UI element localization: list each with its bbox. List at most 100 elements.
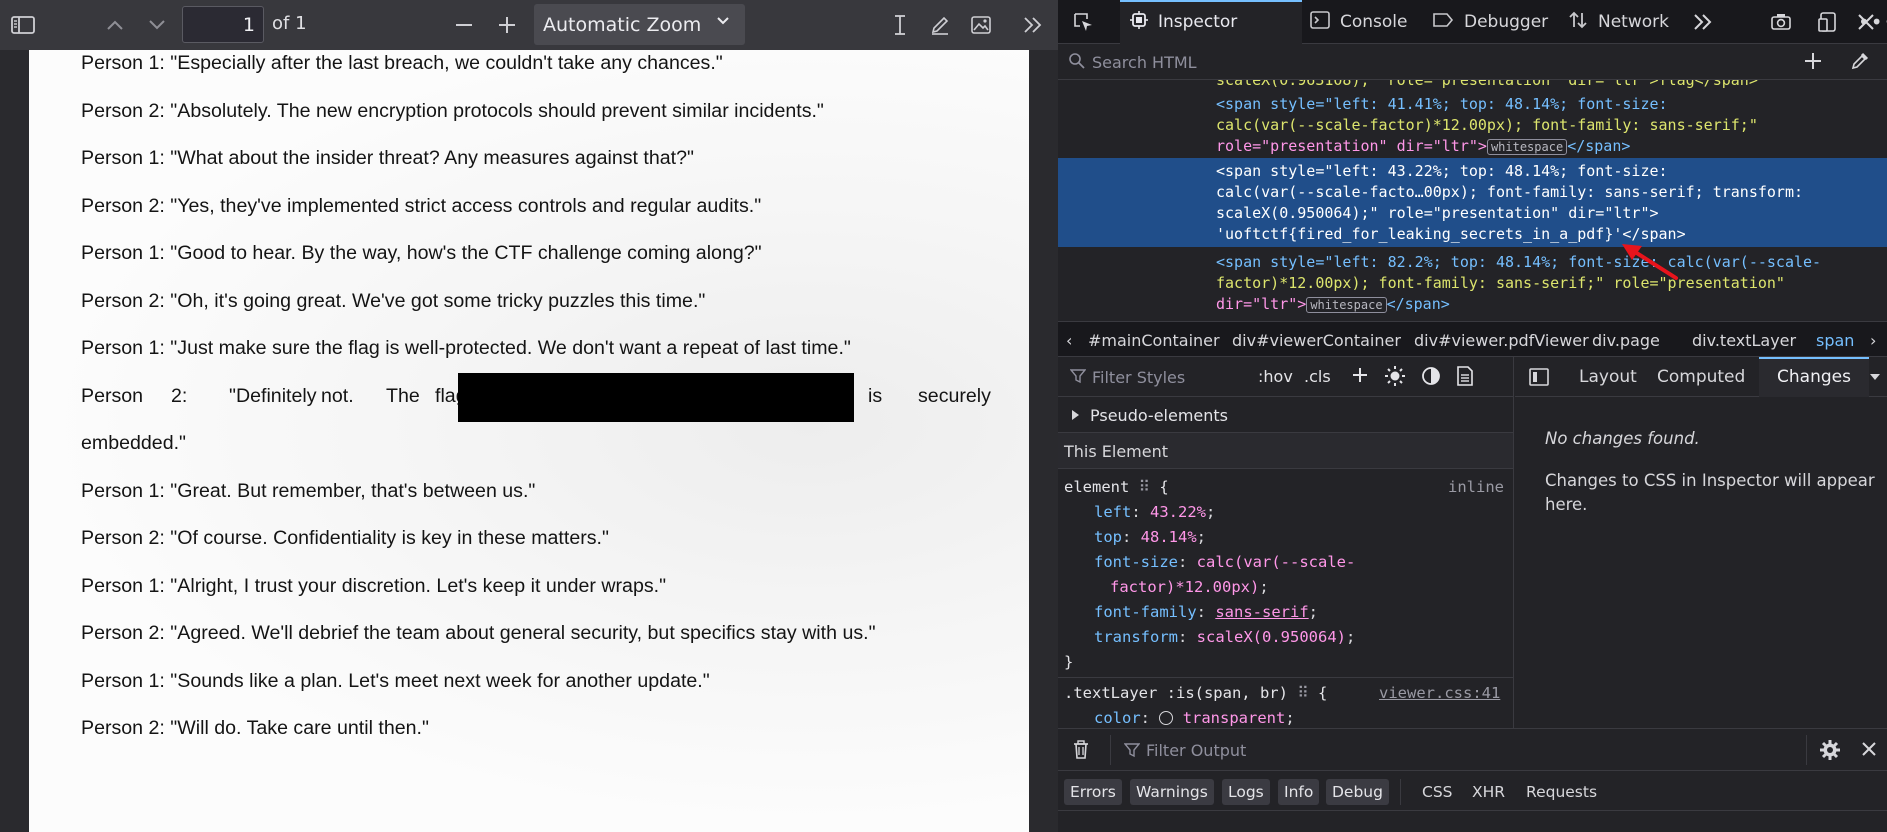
markup-line[interactable]: 'uoftctf{fired_for_leaking_secrets_in_a_… <box>1216 224 1686 245</box>
filter-xhr[interactable]: XHR <box>1472 783 1505 801</box>
breadcrumb-item[interactable]: div.textLayer <box>1692 331 1796 350</box>
breadcrumb-scroll-right-icon[interactable]: › <box>1870 331 1876 350</box>
tab-debugger[interactable]: Debugger <box>1432 0 1548 44</box>
responsive-design-icon[interactable] <box>1818 0 1838 44</box>
previous-page-icon[interactable] <box>100 8 130 42</box>
filter-info[interactable]: Info <box>1278 779 1320 805</box>
transcript-word: Person <box>81 385 144 407</box>
rule-close-brace: } <box>1064 653 1074 671</box>
trash-icon[interactable] <box>1072 740 1090 764</box>
pdf-toolbar: of 1 Automatic Zoom <box>0 0 1058 50</box>
markup-line[interactable]: <span style="left: 43.22%; top: 48.14%; … <box>1216 161 1668 182</box>
markup-line[interactable]: calc(var(--scale-factor)*12.00px); font-… <box>1216 115 1758 136</box>
tab-layout[interactable]: Layout <box>1579 357 1637 397</box>
devtools-tabbar: Inspector Console Debugger Network •• <box>1058 0 1887 44</box>
markup-line[interactable]: scaleX(0.963108);" role="presentation" d… <box>1216 80 1758 91</box>
css-value: factor)*12.00px) <box>1110 578 1260 596</box>
markup-line[interactable]: <span style="left: 82.2%; top: 48.14%; f… <box>1216 252 1821 273</box>
markup-line[interactable]: factor)*12.00px); font-family: sans-seri… <box>1216 273 1785 294</box>
markup-text: <span style="left: 41.41%; top: 48.14%; … <box>1216 95 1668 113</box>
markup-line[interactable]: dir="ltr"> whitespace </span> <box>1216 294 1450 315</box>
css-declaration[interactable]: top: 48.14%; <box>1094 528 1206 546</box>
print-media-icon[interactable] <box>1456 365 1474 391</box>
grid-icon: ⠿ <box>1297 684 1309 702</box>
close-icon[interactable] <box>1860 740 1878 762</box>
filter-logs[interactable]: Logs <box>1222 779 1270 805</box>
breadcrumb-scroll-left-icon[interactable]: ‹ <box>1066 331 1072 350</box>
css-value: calc(var(--scale- <box>1196 553 1356 571</box>
class-toggle[interactable]: .cls <box>1304 367 1331 386</box>
transcript-word: not. <box>321 385 354 407</box>
pseudo-elements-toggle[interactable]: Pseudo-elements <box>1058 397 1513 433</box>
whitespace-badge: whitespace <box>1306 297 1387 313</box>
draw-icon[interactable] <box>925 8 955 42</box>
zoom-in-icon[interactable] <box>492 8 522 42</box>
css-property: font-size <box>1094 553 1178 571</box>
color-swatch[interactable] <box>1159 711 1174 725</box>
css-declaration[interactable]: left: 43.22%; <box>1094 503 1215 521</box>
markup-line[interactable]: role="presentation" dir="ltr"> whitespace… <box>1216 136 1630 157</box>
tab-inspector[interactable]: Inspector <box>1120 0 1302 44</box>
breadcrumb-item-current[interactable]: span <box>1816 331 1854 350</box>
search-html-input[interactable]: Search HTML <box>1092 53 1197 72</box>
add-image-icon[interactable] <box>966 8 996 42</box>
toolbar-divider <box>1110 735 1111 765</box>
red-arrow-icon <box>1620 242 1682 288</box>
element-picker-icon[interactable] <box>1072 0 1106 44</box>
breadcrumb-item[interactable]: div#viewer.pdfViewer <box>1414 331 1589 350</box>
gear-icon[interactable] <box>1818 738 1842 766</box>
debugger-icon <box>1432 11 1454 34</box>
more-tools-icon[interactable] <box>1018 8 1048 42</box>
stylesheet-link[interactable]: viewer.css:41 <box>1379 684 1500 702</box>
light-theme-icon[interactable] <box>1384 365 1406 391</box>
filter-debug[interactable]: Debug <box>1326 779 1389 805</box>
zoom-out-icon[interactable] <box>449 8 479 42</box>
breadcrumb-item[interactable]: div.page <box>1592 331 1660 350</box>
close-devtools-icon[interactable] <box>1856 12 1876 36</box>
more-tabs-icon[interactable] <box>1692 0 1714 44</box>
toggle-pane-icon[interactable] <box>1529 357 1549 397</box>
filter-warnings[interactable]: Warnings <box>1130 779 1214 805</box>
tab-changes[interactable]: Changes <box>1759 357 1869 397</box>
text-select-icon[interactable] <box>885 8 915 42</box>
filter-errors[interactable]: Errors <box>1064 779 1122 805</box>
dark-theme-icon[interactable] <box>1420 365 1442 391</box>
filter-css[interactable]: CSS <box>1422 783 1453 801</box>
markup-line[interactable]: <span style="left: 41.41%; top: 48.14%; … <box>1216 94 1668 115</box>
css-declaration[interactable]: transform: scaleX(0.950064); <box>1094 628 1355 646</box>
css-declaration[interactable]: font-family: sans-serif; <box>1094 603 1318 621</box>
eyedropper-icon[interactable] <box>1850 51 1870 75</box>
hover-state-toggle[interactable]: :hov <box>1258 367 1293 386</box>
zoom-select[interactable]: Automatic Zoom <box>534 4 745 45</box>
tab-console-label: Console <box>1340 12 1408 32</box>
tab-debugger-label: Debugger <box>1464 12 1549 32</box>
page-count-label: of 1 <box>272 13 307 34</box>
markup-line[interactable]: scaleX(0.950064);" role="presentation" d… <box>1216 203 1659 224</box>
css-property: transform <box>1094 628 1178 646</box>
next-page-icon[interactable] <box>142 8 172 42</box>
css-declaration[interactable]: color: transparent; <box>1094 709 1295 727</box>
filter-divider <box>1400 779 1401 805</box>
transcript-line: Person 2: "Of course. Confidentiality is… <box>81 527 609 549</box>
transcript-line: Person 1: "What about the insider threat… <box>81 147 694 169</box>
filter-icon <box>1069 368 1087 388</box>
filter-styles-input[interactable]: Filter Styles <box>1092 368 1185 387</box>
screenshot-icon[interactable] <box>1770 0 1792 44</box>
tab-console[interactable]: Console <box>1310 0 1408 44</box>
tab-inspector-label: Inspector <box>1158 12 1238 32</box>
breadcrumb-item[interactable]: div#viewerContainer <box>1232 331 1401 350</box>
sidebar-toggle-icon[interactable] <box>8 8 38 42</box>
markup-line[interactable]: calc(var(--scale-facto…00px); font-famil… <box>1216 182 1803 203</box>
tab-network[interactable]: Network <box>1568 0 1669 44</box>
tab-computed[interactable]: Computed <box>1657 357 1745 397</box>
css-declaration[interactable]: font-size: calc(var(--scale- <box>1094 553 1355 571</box>
add-node-icon[interactable] <box>1802 50 1824 76</box>
breadcrumb-item[interactable]: #mainContainer <box>1088 331 1220 350</box>
caret-down-icon[interactable] <box>1869 357 1887 397</box>
add-rule-icon[interactable] <box>1350 365 1370 389</box>
changes-empty-hint: Changes to CSS in Inspector will appear … <box>1545 471 1875 514</box>
filter-requests[interactable]: Requests <box>1526 783 1597 801</box>
filter-output-input[interactable]: Filter Output <box>1146 741 1246 760</box>
transcript-line: Person 2: "Absolutely. The new encryptio… <box>81 100 824 122</box>
page-number-input[interactable] <box>182 6 264 43</box>
